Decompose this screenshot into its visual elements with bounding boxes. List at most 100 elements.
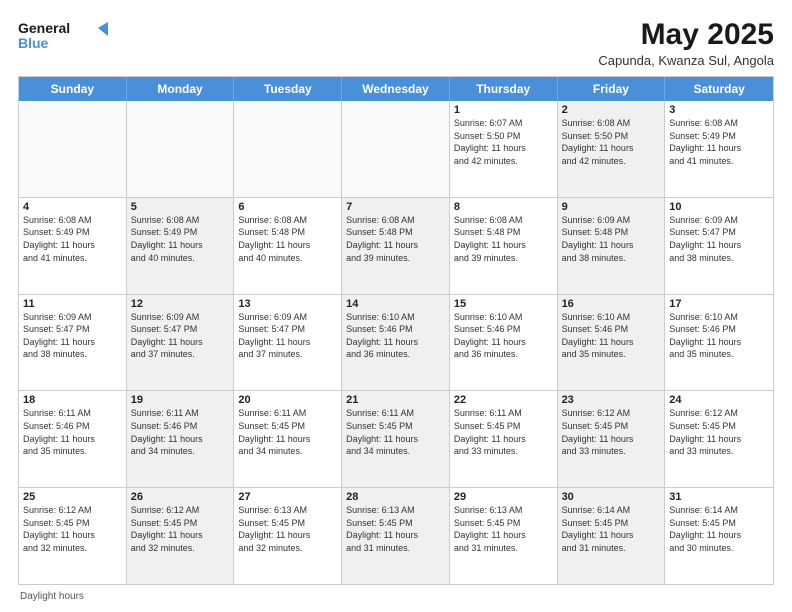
day-info: Sunrise: 6:11 AM Sunset: 5:45 PM Dayligh…	[238, 407, 337, 457]
day-cell: 6Sunrise: 6:08 AM Sunset: 5:48 PM Daylig…	[234, 198, 342, 294]
day-number: 17	[669, 298, 769, 310]
day-info: Sunrise: 6:10 AM Sunset: 5:46 PM Dayligh…	[454, 311, 553, 361]
svg-text:General: General	[18, 20, 70, 36]
day-number: 24	[669, 394, 769, 406]
day-number: 9	[562, 201, 661, 213]
day-number: 27	[238, 491, 337, 503]
day-number: 15	[454, 298, 553, 310]
day-cell: 16Sunrise: 6:10 AM Sunset: 5:46 PM Dayli…	[558, 295, 666, 391]
day-number: 4	[23, 201, 122, 213]
day-cell: 12Sunrise: 6:09 AM Sunset: 5:47 PM Dayli…	[127, 295, 235, 391]
day-info: Sunrise: 6:08 AM Sunset: 5:50 PM Dayligh…	[562, 117, 661, 167]
logo: General Blue	[18, 18, 108, 56]
day-info: Sunrise: 6:13 AM Sunset: 5:45 PM Dayligh…	[454, 504, 553, 554]
day-cell: 18Sunrise: 6:11 AM Sunset: 5:46 PM Dayli…	[19, 391, 127, 487]
day-number: 2	[562, 104, 661, 116]
day-cell: 30Sunrise: 6:14 AM Sunset: 5:45 PM Dayli…	[558, 488, 666, 584]
month-year: May 2025	[598, 18, 774, 51]
day-header-thursday: Thursday	[450, 77, 558, 101]
day-cell: 26Sunrise: 6:12 AM Sunset: 5:45 PM Dayli…	[127, 488, 235, 584]
day-number: 5	[131, 201, 230, 213]
day-cell: 5Sunrise: 6:08 AM Sunset: 5:49 PM Daylig…	[127, 198, 235, 294]
day-cell: 15Sunrise: 6:10 AM Sunset: 5:46 PM Dayli…	[450, 295, 558, 391]
day-number: 19	[131, 394, 230, 406]
day-info: Sunrise: 6:11 AM Sunset: 5:45 PM Dayligh…	[454, 407, 553, 457]
day-info: Sunrise: 6:08 AM Sunset: 5:49 PM Dayligh…	[131, 214, 230, 264]
day-info: Sunrise: 6:09 AM Sunset: 5:48 PM Dayligh…	[562, 214, 661, 264]
day-header-sunday: Sunday	[19, 77, 127, 101]
day-cell: 1Sunrise: 6:07 AM Sunset: 5:50 PM Daylig…	[450, 101, 558, 197]
day-info: Sunrise: 6:14 AM Sunset: 5:45 PM Dayligh…	[562, 504, 661, 554]
day-cell: 23Sunrise: 6:12 AM Sunset: 5:45 PM Dayli…	[558, 391, 666, 487]
day-info: Sunrise: 6:10 AM Sunset: 5:46 PM Dayligh…	[346, 311, 445, 361]
day-cell: 28Sunrise: 6:13 AM Sunset: 5:45 PM Dayli…	[342, 488, 450, 584]
day-number: 28	[346, 491, 445, 503]
day-info: Sunrise: 6:12 AM Sunset: 5:45 PM Dayligh…	[669, 407, 769, 457]
day-number: 26	[131, 491, 230, 503]
day-cell: 3Sunrise: 6:08 AM Sunset: 5:49 PM Daylig…	[665, 101, 773, 197]
week-row-4: 18Sunrise: 6:11 AM Sunset: 5:46 PM Dayli…	[19, 390, 773, 487]
day-info: Sunrise: 6:13 AM Sunset: 5:45 PM Dayligh…	[346, 504, 445, 554]
day-cell: 29Sunrise: 6:13 AM Sunset: 5:45 PM Dayli…	[450, 488, 558, 584]
day-cell: 13Sunrise: 6:09 AM Sunset: 5:47 PM Dayli…	[234, 295, 342, 391]
day-cell	[127, 101, 235, 197]
day-info: Sunrise: 6:12 AM Sunset: 5:45 PM Dayligh…	[23, 504, 122, 554]
day-header-monday: Monday	[127, 77, 235, 101]
day-header-wednesday: Wednesday	[342, 77, 450, 101]
day-number: 6	[238, 201, 337, 213]
day-number: 21	[346, 394, 445, 406]
day-number: 25	[23, 491, 122, 503]
logo-svg: General Blue	[18, 18, 108, 56]
day-number: 16	[562, 298, 661, 310]
svg-text:Blue: Blue	[18, 35, 49, 51]
day-cell: 10Sunrise: 6:09 AM Sunset: 5:47 PM Dayli…	[665, 198, 773, 294]
day-cell	[234, 101, 342, 197]
day-info: Sunrise: 6:08 AM Sunset: 5:48 PM Dayligh…	[346, 214, 445, 264]
day-info: Sunrise: 6:08 AM Sunset: 5:48 PM Dayligh…	[238, 214, 337, 264]
title-block: May 2025 Capunda, Kwanza Sul, Angola	[598, 18, 774, 68]
day-number: 1	[454, 104, 553, 116]
day-info: Sunrise: 6:13 AM Sunset: 5:45 PM Dayligh…	[238, 504, 337, 554]
day-number: 29	[454, 491, 553, 503]
day-info: Sunrise: 6:08 AM Sunset: 5:49 PM Dayligh…	[669, 117, 769, 167]
day-cell: 22Sunrise: 6:11 AM Sunset: 5:45 PM Dayli…	[450, 391, 558, 487]
day-number: 10	[669, 201, 769, 213]
day-info: Sunrise: 6:14 AM Sunset: 5:45 PM Dayligh…	[669, 504, 769, 554]
day-cell	[342, 101, 450, 197]
day-info: Sunrise: 6:12 AM Sunset: 5:45 PM Dayligh…	[562, 407, 661, 457]
day-info: Sunrise: 6:10 AM Sunset: 5:46 PM Dayligh…	[669, 311, 769, 361]
day-number: 30	[562, 491, 661, 503]
footer: Daylight hours	[18, 591, 774, 602]
day-info: Sunrise: 6:11 AM Sunset: 5:46 PM Dayligh…	[131, 407, 230, 457]
day-info: Sunrise: 6:09 AM Sunset: 5:47 PM Dayligh…	[131, 311, 230, 361]
week-row-1: 1Sunrise: 6:07 AM Sunset: 5:50 PM Daylig…	[19, 101, 773, 197]
day-cell: 25Sunrise: 6:12 AM Sunset: 5:45 PM Dayli…	[19, 488, 127, 584]
day-info: Sunrise: 6:12 AM Sunset: 5:45 PM Dayligh…	[131, 504, 230, 554]
day-number: 12	[131, 298, 230, 310]
day-cell: 7Sunrise: 6:08 AM Sunset: 5:48 PM Daylig…	[342, 198, 450, 294]
day-info: Sunrise: 6:08 AM Sunset: 5:49 PM Dayligh…	[23, 214, 122, 264]
day-cell: 19Sunrise: 6:11 AM Sunset: 5:46 PM Dayli…	[127, 391, 235, 487]
day-number: 8	[454, 201, 553, 213]
day-info: Sunrise: 6:11 AM Sunset: 5:45 PM Dayligh…	[346, 407, 445, 457]
week-row-3: 11Sunrise: 6:09 AM Sunset: 5:47 PM Dayli…	[19, 294, 773, 391]
day-number: 7	[346, 201, 445, 213]
day-cell	[19, 101, 127, 197]
day-info: Sunrise: 6:08 AM Sunset: 5:48 PM Dayligh…	[454, 214, 553, 264]
calendar: SundayMondayTuesdayWednesdayThursdayFrid…	[18, 76, 774, 585]
header: General Blue May 2025 Capunda, Kwanza Su…	[18, 18, 774, 68]
location: Capunda, Kwanza Sul, Angola	[598, 53, 774, 68]
day-info: Sunrise: 6:09 AM Sunset: 5:47 PM Dayligh…	[23, 311, 122, 361]
day-cell: 20Sunrise: 6:11 AM Sunset: 5:45 PM Dayli…	[234, 391, 342, 487]
day-info: Sunrise: 6:11 AM Sunset: 5:46 PM Dayligh…	[23, 407, 122, 457]
day-number: 18	[23, 394, 122, 406]
day-cell: 4Sunrise: 6:08 AM Sunset: 5:49 PM Daylig…	[19, 198, 127, 294]
day-cell: 21Sunrise: 6:11 AM Sunset: 5:45 PM Dayli…	[342, 391, 450, 487]
day-info: Sunrise: 6:09 AM Sunset: 5:47 PM Dayligh…	[669, 214, 769, 264]
week-row-5: 25Sunrise: 6:12 AM Sunset: 5:45 PM Dayli…	[19, 487, 773, 584]
page: General Blue May 2025 Capunda, Kwanza Su…	[0, 0, 792, 612]
day-number: 22	[454, 394, 553, 406]
day-header-friday: Friday	[558, 77, 666, 101]
day-cell: 31Sunrise: 6:14 AM Sunset: 5:45 PM Dayli…	[665, 488, 773, 584]
day-number: 11	[23, 298, 122, 310]
